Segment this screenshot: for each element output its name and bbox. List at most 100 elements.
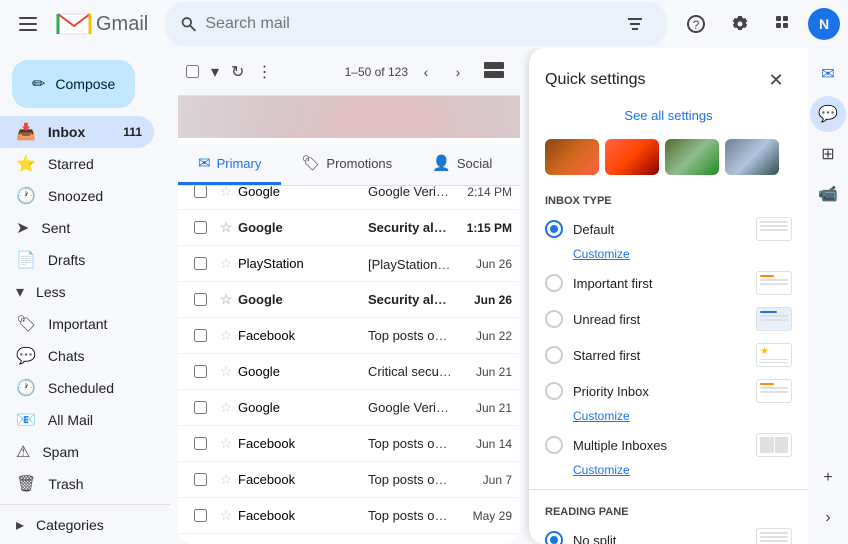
search-input[interactable] xyxy=(205,15,609,33)
row-checkbox[interactable] xyxy=(194,329,207,342)
email-time: Jun 7 xyxy=(452,473,512,487)
email-row[interactable]: ☆ Google Google Verification Code · Goog… xyxy=(178,390,520,426)
row-star-area[interactable]: ☆ xyxy=(214,327,238,344)
gmail-logo: Gmail xyxy=(56,10,148,38)
email-time: Jun 26 xyxy=(452,257,512,271)
sidebar-item-starred[interactable]: ⭐ Starred xyxy=(0,148,154,180)
prev-page-button[interactable]: ‹ xyxy=(412,58,440,86)
customize-multiple-link[interactable]: Customize xyxy=(529,463,808,481)
inbox-option-starred-first[interactable]: Starred first ★ xyxy=(529,337,808,373)
compose-button[interactable]: ✏ Compose xyxy=(12,60,135,108)
theme-option-1[interactable] xyxy=(545,139,599,175)
email-row[interactable]: ☆ Facebook Top posts on Facebook: posts … xyxy=(178,318,520,354)
row-checkbox-area xyxy=(186,509,214,522)
row-star-area[interactable]: ☆ xyxy=(214,399,238,416)
search-options-button[interactable] xyxy=(618,4,652,44)
email-row[interactable]: ☆ Facebook Top posts on Facebook: posts … xyxy=(178,534,520,544)
email-row[interactable]: ☆ Google Critical security alert for nyi… xyxy=(178,354,520,390)
row-star-area[interactable]: ☆ xyxy=(214,219,238,236)
sidebar-item-less[interactable]: ▾ Less xyxy=(0,276,154,308)
drafts-icon: 📄 xyxy=(16,250,36,270)
right-icon-add[interactable]: + xyxy=(810,460,846,496)
email-row[interactable]: ☆ Google Security alert · A new sign-in … xyxy=(178,210,520,246)
email-subject-snippet: Google Verification Code · Google ... xyxy=(368,184,452,199)
preview-default xyxy=(756,217,792,241)
row-star-area[interactable]: ☆ xyxy=(214,255,238,272)
star-icon: ☆ xyxy=(220,471,233,488)
inbox-option-priority[interactable]: Priority Inbox xyxy=(529,373,808,409)
customize-default-link[interactable]: Customize xyxy=(529,247,808,265)
reading-pane-no-split[interactable]: No split xyxy=(529,522,808,544)
email-row[interactable]: ☆ Facebook Top posts on Facebook: posts … xyxy=(178,462,520,498)
email-row[interactable]: ☆ Google Security alert · A new sign-in … xyxy=(178,282,520,318)
email-subject: Security alert xyxy=(368,220,450,235)
sidebar-item-scheduled[interactable]: 🕐 Scheduled xyxy=(0,372,154,404)
right-icon-expand[interactable]: › xyxy=(810,500,846,536)
tab-primary[interactable]: ✉ Primary xyxy=(178,144,281,185)
qs-divider xyxy=(529,489,808,490)
help-button[interactable]: ? xyxy=(676,4,716,44)
quick-settings-close-button[interactable]: ✕ xyxy=(760,64,792,96)
sidebar-item-all-mail[interactable]: 📧 All Mail xyxy=(0,404,154,436)
sidebar-item-inbox[interactable]: 📥 Inbox 111 xyxy=(0,116,154,148)
row-star-area[interactable]: ☆ xyxy=(214,363,238,380)
right-icon-meet[interactable]: 📹 xyxy=(810,176,846,212)
customize-priority-link[interactable]: Customize xyxy=(529,409,808,427)
avatar[interactable]: N xyxy=(808,8,840,40)
right-icon-spaces[interactable]: ⊞ xyxy=(810,136,846,172)
next-page-button[interactable]: › xyxy=(444,58,472,86)
snoozed-icon: 🕐 xyxy=(16,186,36,206)
right-icon-chat[interactable]: 💬 xyxy=(810,96,846,132)
right-icon-mail[interactable]: ✉ xyxy=(810,56,846,92)
sidebar-item-sent[interactable]: ➤ Sent xyxy=(0,212,154,244)
row-star-area[interactable]: ☆ xyxy=(214,291,238,308)
tab-social[interactable]: 👤 Social xyxy=(412,144,512,185)
sidebar-item-trash[interactable]: 🗑 Trash xyxy=(0,468,154,500)
reading-pane-label: Reading pane xyxy=(529,498,808,522)
row-checkbox[interactable] xyxy=(194,509,207,522)
sidebar-item-categories[interactable]: ▸ Categories xyxy=(0,509,154,541)
sidebar-item-important[interactable]: 🏷 Important xyxy=(0,308,154,340)
search-bar[interactable] xyxy=(164,2,668,46)
theme-option-4[interactable] xyxy=(725,139,779,175)
sidebar-item-drafts[interactable]: 📄 Drafts xyxy=(0,244,154,276)
radio-starred-first xyxy=(545,346,563,364)
row-checkbox[interactable] xyxy=(194,365,207,378)
row-star-area[interactable]: ☆ xyxy=(214,471,238,488)
quick-settings-header: Quick settings ✕ xyxy=(529,48,808,104)
row-checkbox[interactable] xyxy=(194,473,207,486)
email-time: Jun 14 xyxy=(452,437,512,451)
row-star-area[interactable]: ☆ xyxy=(214,435,238,452)
email-row[interactable]: ☆ Facebook Top posts on Facebook: posts … xyxy=(178,498,520,534)
view-options-button[interactable] xyxy=(476,58,512,85)
apps-button[interactable] xyxy=(764,4,804,44)
inbox-option-multiple[interactable]: Multiple Inboxes xyxy=(529,427,808,463)
select-all-checkbox[interactable] xyxy=(186,65,199,78)
sidebar-item-snoozed[interactable]: 🕐 Snoozed xyxy=(0,180,154,212)
settings-button[interactable] xyxy=(720,4,760,44)
row-checkbox[interactable] xyxy=(194,185,207,198)
sidebar-item-spam[interactable]: ⚠ Spam xyxy=(0,436,154,468)
row-checkbox[interactable] xyxy=(194,401,207,414)
compose-label: Compose xyxy=(55,76,115,92)
row-star-area[interactable]: ☆ xyxy=(214,507,238,524)
inbox-option-important-first[interactable]: Important first xyxy=(529,265,808,301)
row-checkbox[interactable] xyxy=(194,257,207,270)
see-all-settings-link[interactable]: See all settings xyxy=(529,104,808,135)
sidebar-item-chats[interactable]: 💬 Chats xyxy=(0,340,154,372)
theme-option-3[interactable] xyxy=(665,139,719,175)
inbox-option-default[interactable]: Default xyxy=(529,211,808,247)
inbox-option-unread-first[interactable]: Unread first xyxy=(529,301,808,337)
row-checkbox[interactable] xyxy=(194,293,207,306)
theme-option-2[interactable] xyxy=(605,139,659,175)
refresh-button[interactable]: ↻ xyxy=(227,58,248,86)
email-row[interactable]: ☆ PlayStation [PlayStation®Network] アカウン… xyxy=(178,246,520,282)
hamburger-menu-button[interactable] xyxy=(8,4,48,44)
more-options-button[interactable]: ⋮ xyxy=(252,58,276,86)
tab-promotions[interactable]: 🏷 Promotions xyxy=(281,144,412,185)
email-subject: [PlayStation®Network] アカウント... xyxy=(368,257,452,272)
row-checkbox[interactable] xyxy=(194,437,207,450)
row-checkbox[interactable] xyxy=(194,221,207,234)
email-row[interactable]: ☆ Facebook Top posts on Facebook: posts … xyxy=(178,426,520,462)
select-dropdown-button[interactable]: ▾ xyxy=(207,58,223,86)
